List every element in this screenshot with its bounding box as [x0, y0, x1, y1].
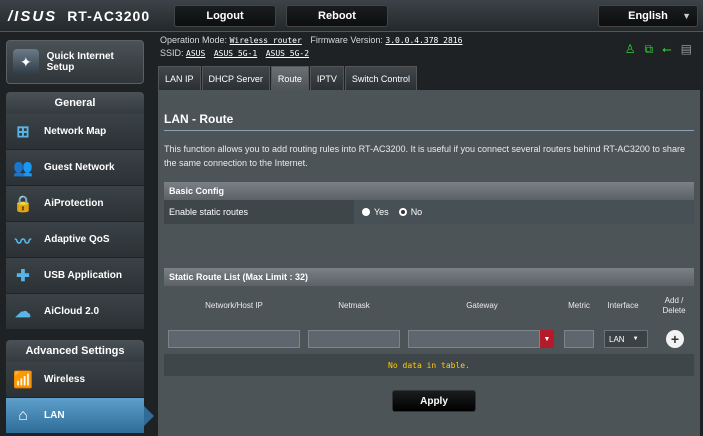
- divider: [164, 130, 694, 131]
- general-menu: General ⊞ Network Map 👥 Guest Network 🔒 …: [6, 92, 144, 330]
- interface-value: LAN: [609, 334, 625, 344]
- page-description: This function allows you to add routing …: [164, 144, 685, 168]
- tab-dhcp-server[interactable]: DHCP Server: [201, 66, 270, 90]
- general-title: General: [6, 92, 144, 114]
- logout-button[interactable]: Logout: [174, 5, 276, 27]
- sidebar-item-adaptive-qos[interactable]: 〰 Adaptive QoS: [6, 222, 144, 258]
- ssid-link[interactable]: ASUS_5G-2: [266, 49, 309, 58]
- tab-lan-ip[interactable]: LAN IP: [158, 66, 201, 90]
- sidebar-item-label: AiCloud 2.0: [44, 306, 100, 317]
- ssid-link[interactable]: ASUS: [186, 49, 205, 58]
- chevron-down-icon: ▼: [682, 11, 691, 21]
- chevron-down-icon: ▼: [632, 336, 639, 342]
- advanced-menu: Advanced Settings 📶 Wireless ⌂ LAN: [6, 340, 154, 434]
- enable-static-routes-label: Enable static routes: [164, 200, 354, 224]
- ssid-link[interactable]: ASUS_5G-1: [214, 49, 257, 58]
- metric-input[interactable]: [564, 330, 594, 348]
- sidebar-item-lan[interactable]: ⌂ LAN: [6, 398, 154, 434]
- top-bar: /ISUS RT-AC3200 Logout Reboot English ▼: [0, 0, 703, 32]
- copy-icon[interactable]: ⧉: [644, 42, 653, 57]
- sidebar-item-aicloud[interactable]: ☁ AiCloud 2.0: [6, 294, 144, 330]
- page-title: LAN - Route: [164, 112, 234, 126]
- language-label: English: [628, 10, 668, 22]
- chevron-down-icon: ▼: [543, 335, 551, 343]
- puzzle-icon: ✚: [16, 267, 30, 285]
- yes-radio[interactable]: [362, 208, 370, 216]
- wand-icon: ✦: [13, 49, 39, 75]
- firmware-link[interactable]: 3.0.0.4.378_2816: [385, 36, 462, 45]
- col-netmask: Netmask: [338, 301, 370, 310]
- enable-static-routes-field: Yes No: [354, 200, 694, 224]
- basic-config-header: Basic Config: [164, 182, 694, 200]
- sidebar-item-label: Network Map: [44, 126, 107, 137]
- col-add-delete: Add / Delete: [662, 296, 686, 315]
- status-icons: ♙ ⧉ ⭠ ▤: [625, 42, 692, 57]
- quick-setup-label: Quick Internet Setup: [46, 51, 114, 73]
- col-gateway: Gateway: [466, 301, 498, 310]
- sidebar-item-label: AiProtection: [44, 198, 104, 209]
- add-route-button[interactable]: +: [666, 330, 684, 348]
- router-model: RT-AC3200: [67, 8, 151, 24]
- no-label: No: [410, 207, 423, 217]
- qos-icon: 〰: [14, 233, 31, 251]
- advanced-title: Advanced Settings: [6, 340, 144, 362]
- sidebar-item-label: Wireless: [44, 374, 86, 385]
- language-select[interactable]: English ▼: [598, 5, 698, 27]
- network-host-ip-input[interactable]: [168, 330, 300, 348]
- wifi-icon: 📶: [13, 371, 33, 389]
- sidebar-item-aiprotection[interactable]: 🔒 AiProtection: [6, 186, 144, 222]
- tab-switch-control[interactable]: Switch Control: [344, 66, 417, 90]
- gateway-input[interactable]: [408, 330, 540, 348]
- usb-icon[interactable]: ⭠: [662, 42, 672, 57]
- info-bar: Operation Mode: Wireless router Firmware…: [160, 34, 700, 64]
- home-icon: ⌂: [18, 406, 28, 424]
- sidebar-item-wireless[interactable]: 📶 Wireless: [6, 362, 144, 398]
- plus-icon: +: [670, 331, 680, 347]
- netmask-input[interactable]: [308, 330, 400, 348]
- sidebar-item-label: LAN: [44, 410, 65, 421]
- printer-icon[interactable]: ▤: [681, 42, 692, 57]
- op-mode-label: Operation Mode:: [160, 35, 228, 45]
- main-content: Operation Mode: Wireless router Firmware…: [154, 32, 703, 436]
- apply-button[interactable]: Apply: [392, 390, 476, 412]
- user-icon[interactable]: ♙: [625, 42, 636, 57]
- sidebar-item-label: Guest Network: [44, 162, 115, 173]
- col-network-host-ip: Network/Host IP: [205, 301, 263, 310]
- sidebar-item-usb-application[interactable]: ✚ USB Application: [6, 258, 144, 294]
- interface-select[interactable]: LAN ▼: [604, 330, 648, 348]
- no-data-message: No data in table.: [164, 354, 694, 376]
- reboot-button[interactable]: Reboot: [286, 5, 388, 27]
- quick-internet-setup-button[interactable]: ✦ Quick Internet Setup: [6, 40, 144, 84]
- ssid-label: SSID:: [160, 48, 184, 58]
- tab-route[interactable]: Route: [270, 66, 309, 90]
- logo: /ISUS RT-AC3200: [8, 6, 150, 26]
- sidebar: ✦ Quick Internet Setup General ⊞ Network…: [0, 34, 158, 436]
- tab-iptv[interactable]: IPTV: [309, 66, 344, 90]
- sidebar-item-label: Adaptive QoS: [44, 234, 110, 245]
- network-map-icon: ⊞: [16, 123, 30, 141]
- guest-network-icon: 👥: [13, 159, 33, 177]
- sidebar-item-guest-network[interactable]: 👥 Guest Network: [6, 150, 144, 186]
- col-metric: Metric: [568, 301, 590, 310]
- route-list-header: Static Route List (Max Limit : 32): [164, 268, 694, 286]
- gateway-dropdown-button[interactable]: ▼: [540, 330, 554, 348]
- route-page: LAN - Route This function allows you to …: [158, 90, 700, 436]
- cloud-icon: ☁: [15, 303, 31, 321]
- col-interface: Interface: [607, 301, 639, 310]
- firmware-label: Firmware Version:: [310, 35, 383, 45]
- brand-logo: /ISUS: [8, 7, 58, 25]
- tab-bar: LAN IP DHCP Server Route IPTV Switch Con…: [158, 66, 418, 90]
- no-radio[interactable]: [398, 208, 407, 216]
- op-mode-link[interactable]: Wireless router: [230, 36, 302, 45]
- yes-label: Yes: [374, 207, 389, 217]
- sidebar-item-label: USB Application: [44, 270, 122, 281]
- sidebar-item-network-map[interactable]: ⊞ Network Map: [6, 114, 144, 150]
- lock-icon: 🔒: [13, 195, 33, 213]
